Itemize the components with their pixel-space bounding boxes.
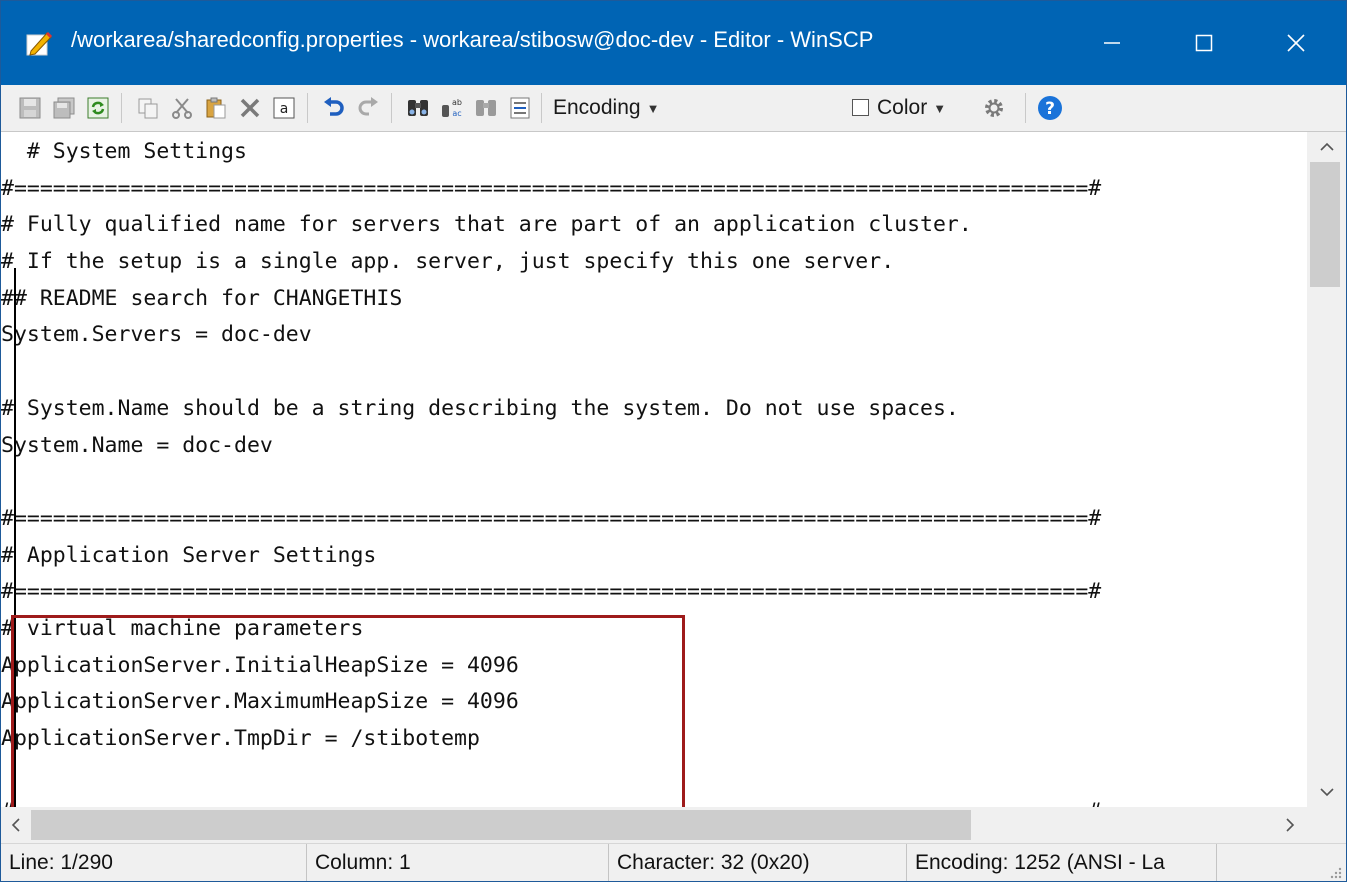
encoding-label: Encoding <box>553 96 641 119</box>
scrollbar-corner <box>1307 807 1346 843</box>
status-column: Column: 1 <box>307 844 609 881</box>
close-icon <box>1286 33 1306 53</box>
horizontal-scroll-thumb[interactable] <box>31 810 971 840</box>
color-label: Color <box>877 96 928 119</box>
paste-icon[interactable] <box>203 95 229 121</box>
scroll-up-icon[interactable] <box>1307 132 1346 162</box>
help-icon[interactable]: ? <box>1037 95 1063 121</box>
code-line[interactable]: # System.Name should be a string describ… <box>1 391 1101 428</box>
maximize-icon <box>1194 33 1214 53</box>
svg-text:a: a <box>280 101 289 117</box>
code-line[interactable]: #=======================================… <box>1 574 1101 611</box>
code-line[interactable]: # Application Server Settings <box>1 538 1101 575</box>
scroll-right-icon[interactable] <box>1275 807 1305 843</box>
chevron-down-icon: ▼ <box>646 100 660 116</box>
redo-icon[interactable] <box>355 95 381 121</box>
code-line[interactable]: System.Name = doc-dev <box>1 428 1101 465</box>
code-line[interactable] <box>1 464 1101 501</box>
edit-pencil-icon <box>25 29 53 57</box>
reload-icon[interactable] <box>85 95 111 121</box>
toolbar: a ab ac Encoding ▼ Color ▼ ? <box>1 85 1346 132</box>
color-checkbox[interactable] <box>852 99 869 116</box>
code-line[interactable]: # System Settings <box>1 134 1101 171</box>
code-line[interactable]: # If the setup is a single app. server, … <box>1 244 1101 281</box>
save-all-icon[interactable] <box>51 95 77 121</box>
status-bar: Line: 1/290 Column: 1 Character: 32 (0x2… <box>1 843 1346 881</box>
toolbar-separator <box>1025 93 1026 123</box>
status-character: Character: 32 (0x20) <box>609 844 907 881</box>
replace-icon[interactable]: ab ac <box>439 95 465 121</box>
toolbar-separator <box>541 93 542 123</box>
status-line: Line: 1/290 <box>1 844 307 881</box>
highlight-box <box>11 615 685 807</box>
code-line[interactable]: #=======================================… <box>1 501 1101 538</box>
copy-icon[interactable] <box>135 95 161 121</box>
find-next-icon[interactable] <box>473 95 499 121</box>
text-editor[interactable]: # System Settings #======================… <box>1 132 1307 807</box>
horizontal-scrollbar[interactable] <box>1 807 1307 843</box>
svg-text:?: ? <box>1045 99 1055 119</box>
find-icon[interactable] <box>405 95 431 121</box>
delete-icon[interactable] <box>237 95 263 121</box>
scroll-down-icon[interactable] <box>1307 777 1346 807</box>
code-line[interactable]: ## README search for CHANGETHIS <box>1 281 1101 318</box>
close-button[interactable] <box>1251 1 1341 85</box>
code-line[interactable] <box>1 354 1101 391</box>
editor-window: /workarea/sharedconfig.properties - work… <box>0 0 1347 882</box>
resize-grip-icon[interactable] <box>1328 864 1342 879</box>
svg-text:ab: ab <box>452 98 462 107</box>
maximize-button[interactable] <box>1159 1 1249 85</box>
save-icon[interactable] <box>17 95 43 121</box>
undo-icon[interactable] <box>321 95 347 121</box>
scroll-left-icon[interactable] <box>1 807 31 843</box>
preferences-gear-icon[interactable] <box>981 95 1007 121</box>
minimize-icon <box>1102 33 1122 53</box>
encoding-dropdown[interactable]: Encoding ▼ <box>553 93 659 123</box>
vertical-scroll-thumb[interactable] <box>1310 162 1340 287</box>
code-line[interactable]: System.Servers = doc-dev <box>1 317 1101 354</box>
status-encoding: Encoding: 1252 (ANSI - La <box>907 844 1217 881</box>
toolbar-separator <box>121 93 122 123</box>
goto-line-icon[interactable] <box>507 95 533 121</box>
vertical-scrollbar[interactable] <box>1307 132 1346 807</box>
cut-icon[interactable] <box>169 95 195 121</box>
toolbar-separator <box>307 93 308 123</box>
chevron-down-icon: ▼ <box>933 100 947 116</box>
select-all-icon[interactable]: a <box>271 95 297 121</box>
toolbar-separator <box>391 93 392 123</box>
svg-text:ac: ac <box>452 109 461 118</box>
title-bar[interactable]: /workarea/sharedconfig.properties - work… <box>1 1 1346 85</box>
code-line[interactable]: #=======================================… <box>1 171 1101 208</box>
color-dropdown[interactable]: Color ▼ <box>877 93 946 123</box>
minimize-button[interactable] <box>1067 1 1157 85</box>
window-title: /workarea/sharedconfig.properties - work… <box>71 27 874 52</box>
code-line[interactable]: # Fully qualified name for servers that … <box>1 207 1101 244</box>
